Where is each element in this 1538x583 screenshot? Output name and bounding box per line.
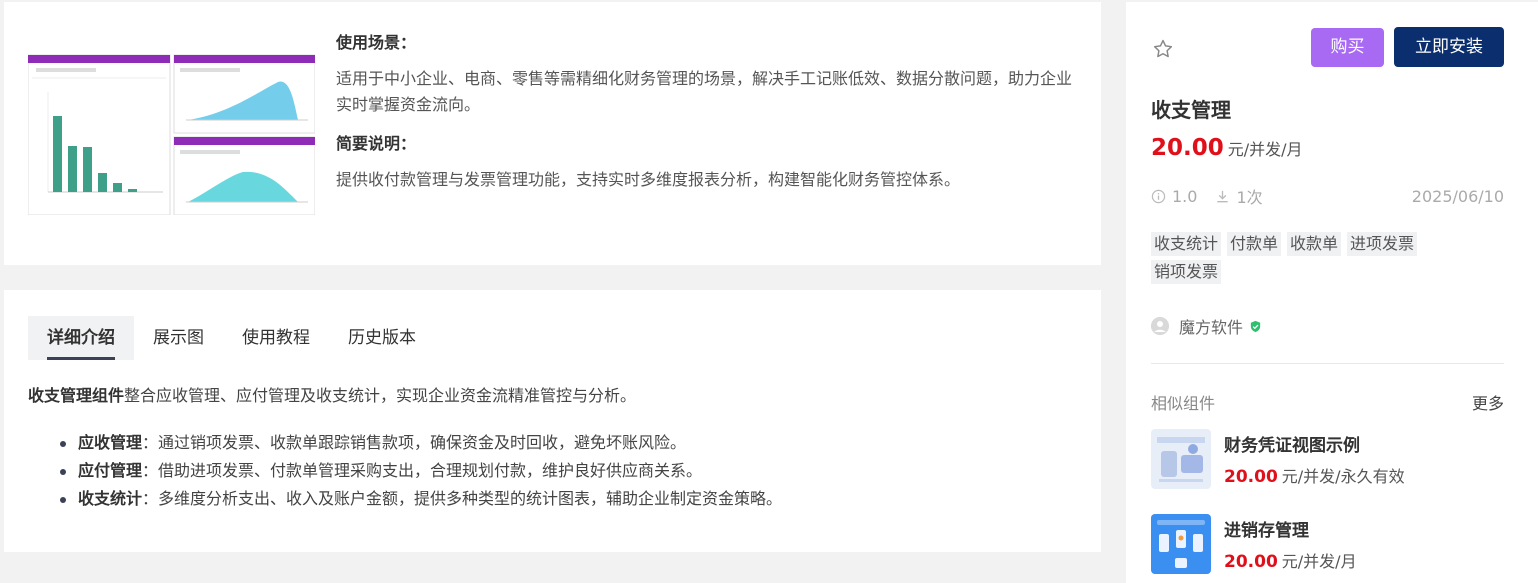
intro-text: 整合应收管理、应付管理及收支统计，实现企业资金流精准管控与分析。 (124, 386, 637, 405)
feature-desc: ：通过销项发票、收款单跟踪销售款项，确保资金及时回收，避免坏账风险。 (142, 433, 687, 452)
detail-card: 详细介绍 展示图 使用教程 历史版本 收支管理组件整合应收管理、应付管理及收支统… (4, 290, 1101, 552)
tag[interactable]: 进项发票 (1347, 232, 1418, 256)
feature-name: 应付管理 (78, 461, 143, 480)
verified-shield-icon (1250, 320, 1261, 332)
similar-price: 20.00 (1224, 467, 1278, 487)
star-icon[interactable] (1152, 38, 1174, 60)
feature-desc: ：多维度分析支出、收入及账户金额，提供多种类型的统计图表，辅助企业制定资金策略。 (142, 489, 783, 508)
install-button[interactable]: 立即安装 (1394, 27, 1504, 67)
price-unit: 元/并发/月 (1227, 140, 1303, 159)
preview-thumbnail[interactable] (28, 52, 315, 215)
similar-item[interactable]: 进销存管理 20.00 元/并发/月 (1151, 514, 1511, 574)
brief-title: 简要说明： (336, 134, 417, 153)
similar-price-row: 20.00 元/并发/月 (1224, 548, 1357, 572)
similar-price-row: 20.00 元/并发/永久有效 (1224, 463, 1405, 487)
buy-button[interactable]: 购买 (1311, 28, 1384, 67)
similar-thumbnail[interactable] (1151, 429, 1211, 489)
tag[interactable]: 收支统计 (1151, 232, 1222, 256)
version-text: 1.0 (1172, 186, 1198, 206)
detail-intro: 收支管理组件整合应收管理、应付管理及收支统计，实现企业资金流精准管控与分析。 (28, 384, 636, 408)
vendor-row[interactable]: 魔方软件 (1151, 314, 1262, 338)
usage-scene-text: 适用于中小企业、电商、零售等需精细化财务管理的场景，解决手工记账低效、数据分散问… (336, 69, 1073, 114)
list-item: 应收管理：通过销项发票、收款单跟踪销售款项，确保资金及时回收，避免坏账风险。 (56, 429, 782, 457)
divider (1151, 363, 1504, 364)
similar-label: 相似组件 (1151, 394, 1216, 413)
similar-title[interactable]: 财务凭证视图示例 (1224, 431, 1360, 456)
similar-unit: 元/并发/月 (1281, 552, 1357, 571)
download-icon (1217, 190, 1229, 202)
more-link[interactable]: 更多 (1472, 390, 1504, 414)
publish-date: 2025/06/10 (1411, 186, 1504, 206)
tag-list: 收支统计 付款单 收款单 进项发票 销项发票 (1151, 232, 1451, 284)
similar-unit: 元/并发/永久有效 (1281, 467, 1405, 486)
similar-thumbnail[interactable] (1151, 514, 1211, 574)
tab-tutorial[interactable]: 使用教程 (223, 316, 329, 360)
list-item: 应付管理：借助进项发票、付款单管理采购支出，合理规划付款，维护良好供应商关系。 (56, 457, 782, 485)
tag[interactable]: 收款单 (1287, 232, 1342, 256)
download-count: 1次 (1236, 188, 1263, 207)
tag[interactable]: 付款单 (1227, 232, 1282, 256)
vendor-name[interactable]: 魔方软件 (1179, 314, 1243, 338)
tab-screenshots[interactable]: 展示图 (134, 316, 223, 360)
tab-history[interactable]: 历史版本 (329, 316, 435, 360)
tab-bar: 详细介绍 展示图 使用教程 历史版本 (28, 316, 435, 360)
similar-item[interactable]: 财务凭证视图示例 20.00 元/并发/永久有效 (1151, 429, 1511, 489)
tab-detail[interactable]: 详细介绍 (28, 316, 134, 360)
meta-row: 1.0 1次 2025/06/10 (1151, 184, 1504, 208)
feature-name: 应收管理 (78, 433, 143, 452)
usage-scene-title: 使用场景： (336, 33, 417, 52)
similar-price: 20.00 (1224, 552, 1278, 572)
avatar (1151, 317, 1169, 335)
info-icon (1151, 189, 1166, 203)
feature-desc: ：借助进项发票、付款单管理采购支出，合理规划付款，维护良好供应商关系。 (142, 461, 703, 480)
similar-header: 相似组件 更多 (1151, 390, 1504, 414)
brief-text: 提供收付款管理与发票管理功能，支持实时多维度报表分析，构建智能化财务管控体系。 (336, 170, 961, 189)
product-title: 收支管理 (1151, 98, 1231, 122)
list-item: 收支统计：多维度分析支出、收入及账户金额，提供多种类型的统计图表，辅助企业制定资… (56, 485, 782, 513)
usage-section: 使用场景： 适用于中小企业、电商、零售等需精细化财务管理的场景，解决手工记账低效… (336, 31, 1076, 193)
overview-card: 使用场景： 适用于中小企业、电商、零售等需精细化财务管理的场景，解决手工记账低效… (4, 2, 1101, 265)
feature-list: 应收管理：通过销项发票、收款单跟踪销售款项，确保资金及时回收，避免坏账风险。 应… (56, 429, 782, 513)
intro-bold: 收支管理组件 (28, 386, 125, 405)
feature-name: 收支统计 (78, 489, 143, 508)
product-sidebar: 购买 立即安装 收支管理 20.00 元/并发/月 1.0 1次 2025/06… (1126, 2, 1538, 583)
similar-title[interactable]: 进销存管理 (1224, 516, 1309, 541)
price-row: 20.00 元/并发/月 (1151, 135, 1303, 161)
price-value: 20.00 (1151, 135, 1224, 161)
tag[interactable]: 销项发票 (1151, 260, 1222, 284)
